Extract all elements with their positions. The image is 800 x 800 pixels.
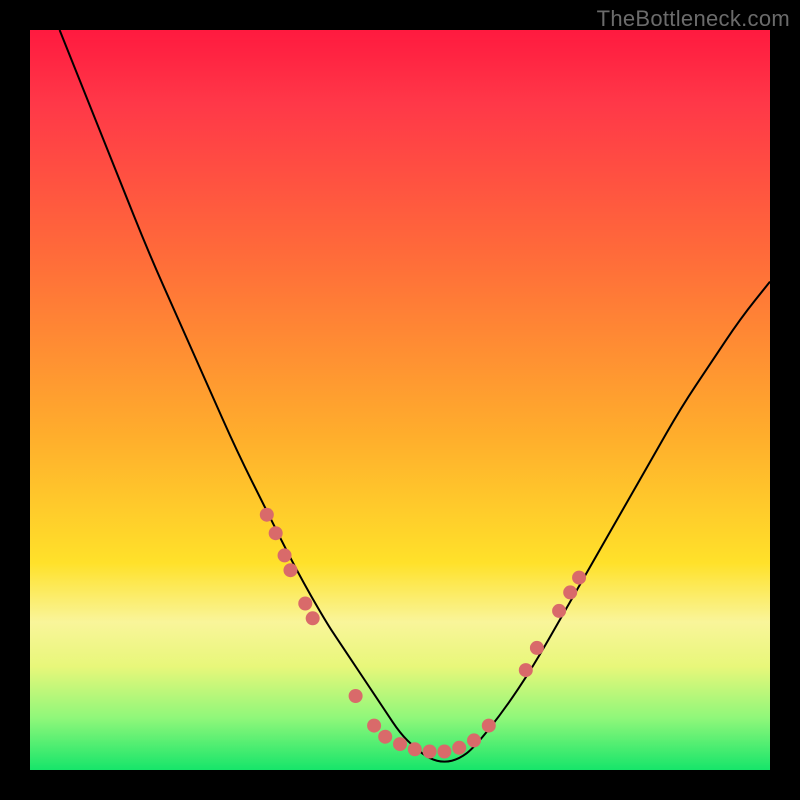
marker-dot: [452, 741, 466, 755]
plot-area: [30, 30, 770, 770]
chart-stage: TheBottleneck.com: [0, 0, 800, 800]
marker-dot: [530, 641, 544, 655]
marker-dot: [482, 719, 496, 733]
marker-dot: [393, 737, 407, 751]
marker-dot: [519, 663, 533, 677]
marker-dot: [423, 745, 437, 759]
marker-dot: [378, 730, 392, 744]
marker-layer: [260, 508, 586, 759]
marker-dot: [552, 604, 566, 618]
bottleneck-curve: [60, 30, 770, 762]
marker-dot: [278, 548, 292, 562]
marker-dot: [269, 526, 283, 540]
marker-dot: [467, 733, 481, 747]
marker-dot: [298, 597, 312, 611]
marker-dot: [437, 745, 451, 759]
marker-dot: [306, 611, 320, 625]
marker-dot: [563, 585, 577, 599]
watermark-text: TheBottleneck.com: [597, 6, 790, 32]
marker-dot: [283, 563, 297, 577]
marker-dot: [408, 742, 422, 756]
chart-svg: [30, 30, 770, 770]
marker-dot: [572, 571, 586, 585]
marker-dot: [349, 689, 363, 703]
marker-dot: [260, 508, 274, 522]
marker-dot: [367, 719, 381, 733]
